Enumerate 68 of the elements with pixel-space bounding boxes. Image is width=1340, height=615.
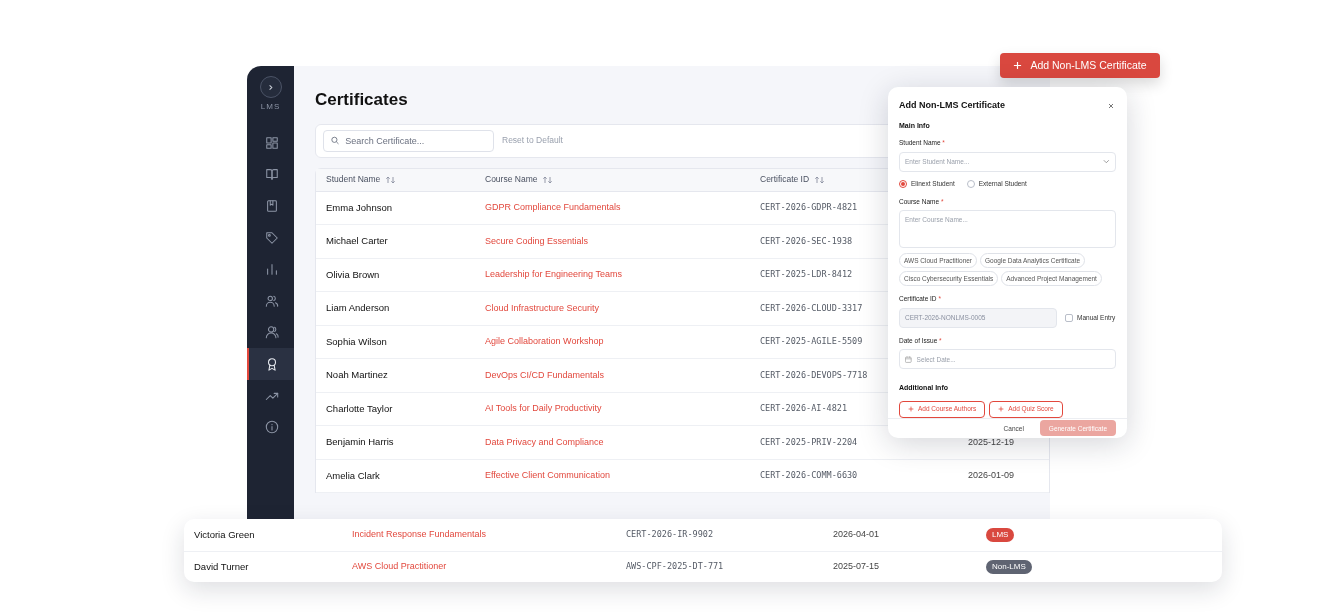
- search-icon: [331, 136, 340, 146]
- table-cell: CERT-2026-CLOUD-3317: [760, 301, 863, 315]
- plus-icon: [1013, 61, 1023, 70]
- table-cell: AWS-CPF-2025-DT-771: [626, 560, 724, 574]
- table-cell: Amelia Clark: [326, 468, 380, 483]
- page-title: Certificates: [315, 90, 408, 110]
- table-cell: Sophia Wilson: [326, 334, 387, 349]
- course-link[interactable]: DevOps CI/CD Fundamentals: [485, 368, 605, 382]
- course-link[interactable]: Incident Response Fundamentals: [352, 528, 487, 542]
- course-link[interactable]: Leadership for Engineering Teams: [485, 268, 622, 282]
- table-cell: Olivia Brown: [326, 267, 380, 282]
- table-cell: CERT-2025-LDR-8412: [760, 268, 853, 282]
- column-header[interactable]: Course Name: [485, 173, 538, 186]
- column-header[interactable]: Student Name: [326, 173, 381, 186]
- users-icon: [264, 325, 279, 340]
- bar-chart-icon: [264, 262, 279, 277]
- course-link[interactable]: Cloud Infrastructure Security: [485, 301, 600, 315]
- chevron-right-icon: [267, 83, 274, 91]
- table-cell: 2025-12-19: [968, 435, 1015, 449]
- sort-icon[interactable]: [385, 175, 397, 184]
- tag-icon: [264, 230, 279, 245]
- table-cell: Charlotte Taylor: [326, 401, 393, 416]
- table-cell: CERT-2026-COMM-6630: [760, 469, 858, 483]
- info-icon: [264, 420, 279, 435]
- table-cell: David Turner: [194, 559, 249, 574]
- course-link[interactable]: Data Privacy and Compliance: [485, 435, 604, 449]
- source-tag: Non-LMS: [986, 559, 1032, 574]
- sidebar-toggle-button[interactable]: [259, 76, 282, 98]
- add-certificate-button[interactable]: Add Non-LMS Certificate: [1000, 53, 1160, 78]
- sort-icon[interactable]: [814, 175, 826, 184]
- sidebar-item[interactable]: [247, 348, 294, 380]
- table-cell: Michael Carter: [326, 234, 388, 249]
- course-link[interactable]: Agile Collaboration Workshop: [485, 335, 604, 349]
- course-link[interactable]: AWS Cloud Practitioner: [352, 560, 447, 574]
- table-cell: Emma Johnson: [326, 200, 392, 215]
- table-cell: CERT-2026-SEC-1938: [760, 234, 853, 248]
- plus-icon: [998, 406, 1005, 413]
- table-cell: Noah Martinez: [326, 368, 388, 383]
- bookmark-book-icon: [264, 199, 279, 213]
- checkbox[interactable]: [1065, 313, 1073, 322]
- sort-icon[interactable]: [542, 175, 554, 184]
- sidebar-label: LMS: [260, 101, 281, 113]
- table-cell-text: 2026-04-01: [833, 528, 880, 541]
- course-link[interactable]: Effective Client Communication: [485, 469, 610, 483]
- table-cell: CERT-2025-AGILE-5509: [760, 335, 863, 349]
- users-icon: [264, 293, 279, 308]
- course-link[interactable]: AI Tools for Daily Productivity: [485, 402, 602, 416]
- course-link[interactable]: GDPR Compliance Fundamentals: [485, 201, 621, 215]
- table-cell: Victoria Green: [194, 527, 255, 542]
- chevron-down-icon: [1103, 159, 1110, 165]
- dialog-title: Add Non-LMS Certificate: [899, 99, 1005, 112]
- table-cell-text: 2025-07-15: [833, 560, 880, 573]
- plus-icon: [908, 406, 914, 413]
- grid-icon: [264, 135, 279, 150]
- course-link[interactable]: Secure Coding Essentials: [485, 234, 589, 248]
- search-field[interactable]: Search Certificate...: [323, 129, 494, 152]
- column-header[interactable]: Certificate ID: [760, 173, 810, 186]
- table-cell: CERT-2026-DEVOPS-7718: [760, 368, 868, 382]
- table-cell: CERT-2026-GDPR-4821: [760, 201, 858, 215]
- table-cell: Liam Anderson: [326, 301, 390, 316]
- source-tag: LMS: [986, 527, 1015, 542]
- calendar-icon: [905, 355, 912, 363]
- table-cell: Benjamin Harris: [326, 435, 394, 450]
- table-cell: CERT-2026-AI-4821: [760, 402, 847, 416]
- table-cell: CERT-2026-IR-9902: [626, 528, 713, 542]
- book-icon: [264, 167, 279, 182]
- table-cell-text: 2026-01-09: [968, 469, 1015, 482]
- table-cell: CERT-2025-PRIV-2204: [760, 435, 858, 449]
